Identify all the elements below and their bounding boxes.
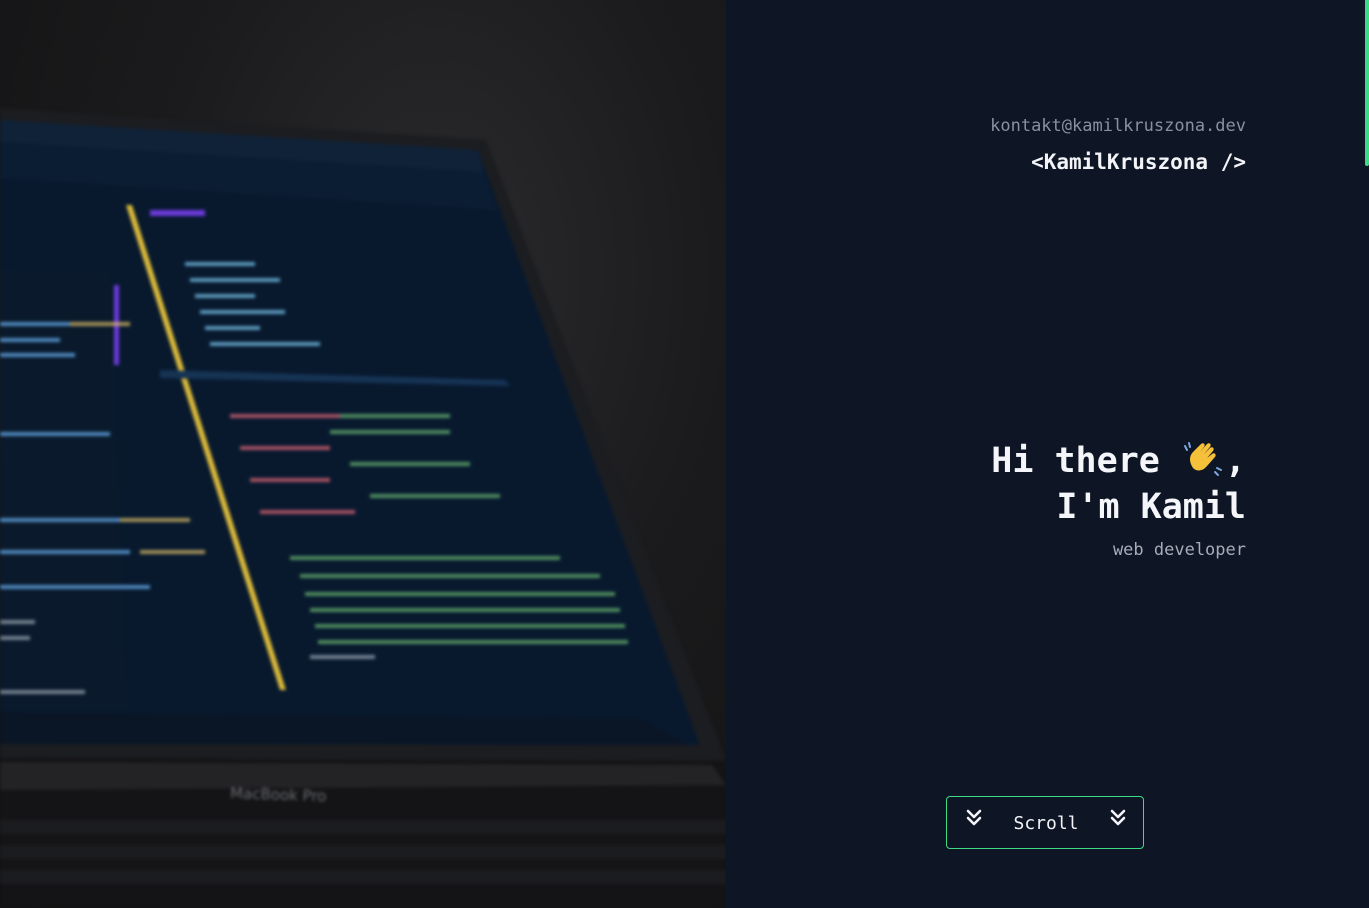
greeting-text: Hi there (991, 441, 1160, 481)
contact-email-link[interactable]: kontakt@kamilkruszona.dev (990, 116, 1246, 136)
greeting-line: Hi there , (991, 438, 1246, 484)
double-chevron-down-icon (1110, 809, 1126, 825)
laptop-illustration: MacBook Pro (0, 108, 726, 908)
hero-laptop-image: MacBook Pro (0, 0, 726, 908)
intro-heading: Hi there , I'm Kamil web developer (991, 438, 1246, 560)
role-subtitle: web developer (1112, 540, 1246, 560)
double-chevron-down-icon (966, 809, 982, 825)
intro-panel: kontakt@kamilkruszona.dev <KamilKruszona… (726, 0, 1369, 908)
waving-hand-icon (1183, 442, 1222, 476)
scroll-button[interactable]: Scroll (946, 796, 1144, 849)
name-line: I'm Kamil (1056, 487, 1246, 527)
laptop-brand-label: MacBook Pro (230, 784, 327, 805)
greeting-comma: , (1224, 441, 1246, 481)
scroll-progress-bar (1365, 0, 1369, 166)
site-logo[interactable]: <KamilKruszona /> (1031, 150, 1246, 174)
scroll-button-label: Scroll (1013, 812, 1079, 834)
